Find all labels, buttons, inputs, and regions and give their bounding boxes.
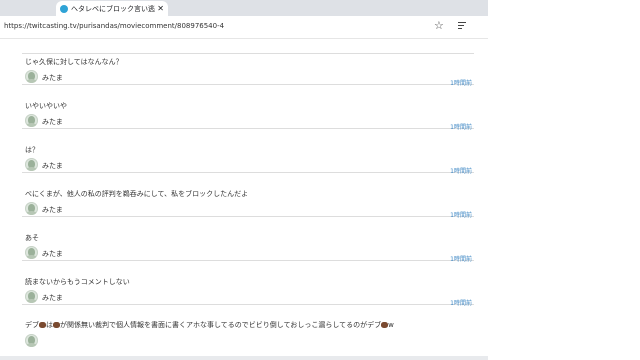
avatar-icon[interactable] bbox=[25, 158, 38, 171]
avatar-icon[interactable] bbox=[25, 334, 38, 347]
avatar-icon[interactable] bbox=[25, 202, 38, 215]
comment-text: は？ bbox=[25, 146, 39, 154]
comment-user[interactable]: みたま bbox=[42, 73, 63, 83]
bottom-bar bbox=[0, 356, 488, 360]
browser-tab[interactable]: へタレベにブロック言い逃げｗ コメント ✕ bbox=[56, 1, 168, 16]
queue-icon[interactable] bbox=[458, 22, 468, 30]
close-icon[interactable]: ✕ bbox=[157, 4, 164, 13]
comment-text: あそ bbox=[25, 234, 39, 242]
bear-emoji-icon bbox=[53, 322, 60, 328]
avatar-icon[interactable] bbox=[25, 290, 38, 303]
comment-item: べにくまが、他人の私の評判を鵜呑みにして、私をブロックしたんだよ みたま 1時間… bbox=[22, 172, 474, 219]
comment-user[interactable]: みたま bbox=[42, 249, 63, 259]
comment-list: じゃ久保に対してはなんなん？ みたま 1時間前 いやいやいや みたま 1時間前 … bbox=[0, 39, 488, 360]
comment-user[interactable]: みたま bbox=[42, 117, 63, 127]
comment-item: 読まないからもうコメントしない みたま 1時間前 bbox=[22, 260, 474, 307]
address-bar[interactable]: https://twitcasting.tv/purisandas/moviec… bbox=[0, 16, 488, 39]
url-text[interactable]: https://twitcasting.tv/purisandas/moviec… bbox=[4, 22, 224, 30]
comment-text: デブはが関係無い裁判で個人情報を書面に書くアホな事してるのでビビり倒しておしっこ… bbox=[25, 321, 394, 329]
avatar-icon[interactable] bbox=[25, 70, 38, 83]
comment-item: あそ みたま 1時間前 bbox=[22, 216, 474, 263]
tab-title: へタレベにブロック言い逃げｗ コメント bbox=[71, 4, 155, 13]
comment-text: 読まないからもうコメントしない bbox=[25, 278, 130, 286]
comment-item: は？ みたま 1時間前 bbox=[22, 128, 474, 175]
comment-user[interactable]: みたま bbox=[42, 293, 63, 303]
comment-user[interactable]: みたま bbox=[42, 205, 63, 215]
comment-user[interactable]: みたま bbox=[42, 161, 63, 171]
comment-item-partial: デブはが関係無い裁判で個人情報を書面に書くアホな事してるのでビビり倒しておしっこ… bbox=[22, 320, 474, 360]
comment-text: べにくまが、他人の私の評判を鵜呑みにして、私をブロックしたんだよ bbox=[25, 190, 249, 198]
bear-emoji-icon bbox=[39, 322, 46, 328]
avatar-icon[interactable] bbox=[25, 114, 38, 127]
comment-text: じゃ久保に対してはなんなん？ bbox=[25, 58, 123, 66]
comment-item: じゃ久保に対してはなんなん？ みたま 1時間前 bbox=[22, 40, 474, 87]
favicon-icon bbox=[60, 4, 68, 13]
tab-strip: へタレベにブロック言い逃げｗ コメント ✕ bbox=[0, 0, 488, 16]
comment-item: いやいやいや みたま 1時間前 bbox=[22, 84, 474, 131]
comment-text: いやいやいや bbox=[25, 102, 67, 110]
star-icon[interactable]: ☆ bbox=[434, 19, 444, 33]
comment-time-link[interactable]: 1時間前 bbox=[450, 298, 472, 307]
browser-window: へタレベにブロック言い逃げｗ コメント ✕ https://twitcastin… bbox=[0, 0, 488, 360]
avatar-icon[interactable] bbox=[25, 246, 38, 259]
